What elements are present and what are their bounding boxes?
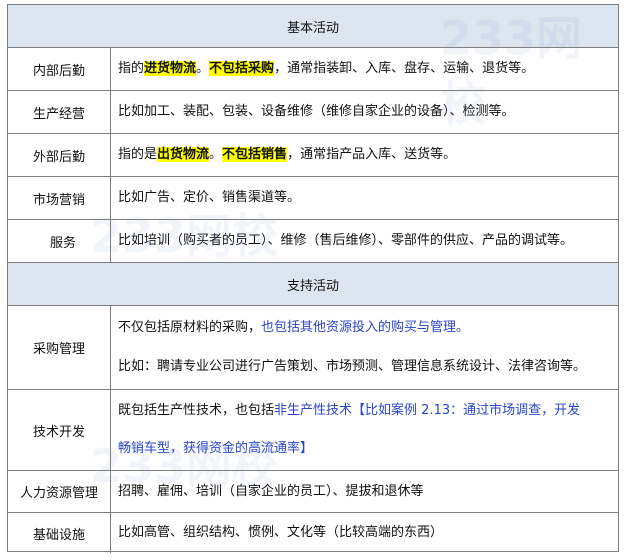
row-value: 比如培训（购买者的员工）、维修（售后维修）、零部件的供应、产品的调试等。 [112,220,618,262]
text-segment: 既包括生产性技术，也包括 [118,403,275,418]
row-value: 比如加工、装配、包装、设备维修（维修自家企业的设备）、检测等。 [112,91,618,133]
text-segment: ，通常指装卸、入库、盘存、运输、退货等。 [274,61,535,76]
text-segment: 指的是 [118,147,158,162]
row-value: 比如广告、定价、销售渠道等。 [112,177,618,219]
value-chain-table: 基本活动 内部后勤 指的进货物流。不包括采购，通常指装卸、入库、盘存、运输、退货… [7,4,619,553]
row-text: 比如加工、装配、包装、设备维修（维修自家企业的设备）、检测等。 [118,104,515,119]
text-segment: 。 [196,61,210,76]
highlight-text: 进货物流 [144,61,197,76]
section-title-support: 支持活动 [286,278,339,294]
row-value: 指的是出货物流。不包括销售，通常指产品入库、送货等。 [112,134,618,176]
row-label: 市场营销 [8,177,111,219]
row-value: 既包括生产性技术，也包括非生产性技术【比如案例 2.13：通过市场调查，开发 畅… [112,390,618,470]
row-label: 技术开发 [8,390,111,470]
row-text: 比如广告、定价、销售渠道等。 [118,190,301,205]
blue-text: 也包括其他资源投入的购买与管理。 [261,319,470,335]
blue-text: 非生产性技术 [274,403,353,418]
row-technology: 技术开发 既包括生产性技术，也包括非生产性技术【比如案例 2.13：通过市场调查… [8,390,618,471]
highlight-text: 不包括销售 [222,147,288,162]
row-infrastructure: 基础设施 比如高管、组织结构、惯例、文化等（比较高端的东西） [8,513,618,553]
row-hr: 人力资源管理 招聘、雇佣、培训（自家企业的员工）、提拔和退休等 [8,471,618,513]
row-external-logistics: 外部后勤 指的是出货物流。不包括销售，通常指产品入库、送货等。 [8,134,618,177]
row-operations: 生产经营 比如加工、装配、包装、设备维修（维修自家企业的设备）、检测等。 [8,91,618,134]
row-procurement: 采购管理 不仅包括原材料的采购，也包括其他资源投入的购买与管理。 比如：聘请专业… [8,306,618,390]
row-internal-logistics: 内部后勤 指的进货物流。不包括采购，通常指装卸、入库、盘存、运输、退货等。 [8,48,618,91]
row-label: 采购管理 [8,306,111,389]
row-value: 指的进货物流。不包括采购，通常指装卸、入库、盘存、运输、退货等。 [112,48,618,90]
row-label: 外部后勤 [8,134,111,176]
blue-text: 【比如案例 2.13：通过市场调查，开发 [352,403,581,418]
section-title-primary: 基本活动 [286,20,339,36]
row-value: 比如高管、组织结构、惯例、文化等（比较高端的东西） [112,513,618,553]
text-segment: ，通常指产品入库、送货等。 [287,147,457,162]
row-value: 不仅包括原材料的采购，也包括其他资源投入的购买与管理。 比如：聘请专业公司进行广… [112,306,618,389]
section-header-support: 支持活动 [8,263,618,306]
row-label: 生产经营 [8,91,111,133]
text-segment: 。 [209,147,223,162]
row-value: 招聘、雇佣、培训（自家企业的员工）、提拔和退休等 [112,471,618,512]
row-text: 比如培训（购买者的员工）、维修（售后维修）、零部件的供应、产品的调试等。 [118,233,574,248]
text-segment: 指的 [118,61,145,76]
row-marketing: 市场营销 比如广告、定价、销售渠道等。 [8,177,618,220]
row-label: 服务 [8,220,111,262]
highlight-text: 出货物流 [157,147,210,162]
row-text: 比如高管、组织结构、惯例、文化等（比较高端的东西） [118,525,444,540]
highlight-text: 不包括采购 [209,61,275,76]
row-label: 基础设施 [8,513,111,553]
row-text: 比如：聘请专业公司进行广告策划、市场预测、管理信息系统设计、法律咨询等。 [118,359,587,375]
row-label: 人力资源管理 [8,471,111,512]
section-header-primary: 基本活动 [8,5,618,48]
blue-text: 畅销车型，获得资金的高流通率】 [118,441,314,456]
row-service: 服务 比如培训（购买者的员工）、维修（售后维修）、零部件的供应、产品的调试等。 [8,220,618,263]
row-text: 招聘、雇佣、培训（自家企业的员工）、提拔和退休等 [118,483,424,499]
text-segment: 不仅包括原材料的采购， [118,319,262,335]
row-label: 内部后勤 [8,48,111,90]
